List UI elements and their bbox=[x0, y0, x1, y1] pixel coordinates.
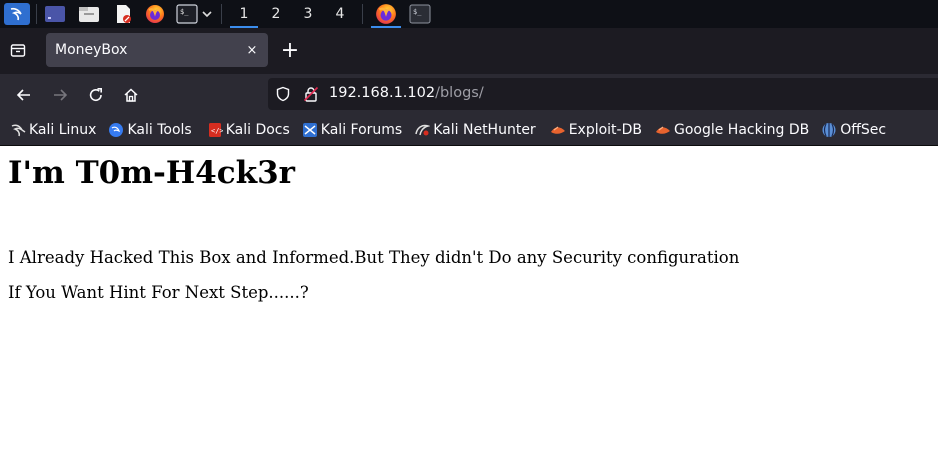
tab-strip: MoneyBox × + bbox=[0, 28, 938, 74]
bookmarks-toolbar: Kali Linux Kali Tools </> Kali Docs Kali… bbox=[0, 115, 938, 146]
workspace-3[interactable]: 3 bbox=[292, 0, 324, 28]
bookmark-google-hacking-db[interactable]: Google Hacking DB bbox=[655, 118, 809, 142]
insecure-lock-icon[interactable] bbox=[303, 86, 319, 106]
ghdb-icon bbox=[655, 122, 671, 138]
close-icon[interactable]: × bbox=[244, 42, 260, 58]
taskbar-terminal-window[interactable]: $_ bbox=[403, 0, 437, 28]
reload-icon[interactable] bbox=[85, 84, 107, 106]
bookmark-kali-linux[interactable]: Kali Linux bbox=[10, 118, 96, 142]
chevron-down-icon[interactable] bbox=[199, 3, 215, 25]
kali-dragon-icon bbox=[10, 122, 26, 138]
svg-text:$_: $_ bbox=[180, 8, 189, 16]
url-host: 192.168.1.102 bbox=[329, 85, 436, 101]
kali-menu-icon[interactable] bbox=[4, 3, 30, 25]
bookmark-label: Kali Tools bbox=[127, 122, 192, 138]
bookmark-kali-nethunter[interactable]: Kali NetHunter bbox=[414, 118, 536, 142]
bookmark-label: Kali Linux bbox=[29, 122, 97, 138]
kali-tools-icon bbox=[108, 122, 124, 138]
taskbar: $_ 1 2 3 4 $_ bbox=[0, 0, 938, 28]
workspace-1[interactable]: 1 bbox=[228, 0, 260, 28]
terminal-icon: $_ bbox=[409, 4, 431, 24]
back-arrow-icon[interactable] bbox=[13, 84, 35, 106]
paragraph-hint-question: If You Want Hint For Next Step......? bbox=[8, 283, 309, 302]
bookmark-label: Kali Docs bbox=[225, 122, 290, 138]
url-bar[interactable]: 192.168.1.102/blogs/ bbox=[268, 78, 938, 110]
taskbar-firefox-window[interactable] bbox=[369, 0, 403, 28]
file-manager-icon[interactable] bbox=[77, 3, 101, 25]
terminal-icon[interactable]: $_ bbox=[175, 3, 199, 25]
bookmark-label: Kali Forums bbox=[320, 122, 403, 138]
taskbar-separator bbox=[221, 4, 222, 24]
taskbar-separator bbox=[36, 4, 37, 24]
bookmark-label: OffSec bbox=[840, 122, 887, 138]
kali-forums-icon bbox=[302, 122, 318, 138]
paragraph-hacked-message: I Already Hacked This Box and Informed.B… bbox=[8, 248, 740, 267]
exploit-db-icon bbox=[550, 122, 566, 138]
bookmark-exploit-db[interactable]: Exploit-DB bbox=[550, 118, 642, 142]
bookmark-label: Exploit-DB bbox=[568, 122, 642, 138]
navigation-toolbar: 192.168.1.102/blogs/ bbox=[0, 74, 938, 115]
svg-text:</>: </> bbox=[211, 127, 223, 135]
firefox-icon bbox=[376, 4, 396, 24]
url-text: 192.168.1.102/blogs/ bbox=[329, 85, 484, 101]
desktop-icon[interactable] bbox=[43, 3, 67, 25]
page-heading: I'm T0m-H4ck3r bbox=[8, 155, 296, 191]
text-editor-icon[interactable] bbox=[111, 3, 135, 25]
tab-title: MoneyBox bbox=[55, 42, 128, 58]
kali-docs-icon: </> bbox=[207, 122, 223, 138]
bookmark-label: Kali NetHunter bbox=[433, 122, 536, 138]
bookmark-kali-docs[interactable]: </> Kali Docs bbox=[207, 118, 290, 142]
bookmark-kali-forums[interactable]: Kali Forums bbox=[302, 118, 402, 142]
page-content: I'm T0m-H4ck3r I Already Hacked This Box… bbox=[0, 146, 938, 451]
new-tab-button[interactable]: + bbox=[279, 40, 301, 62]
firefox-icon[interactable] bbox=[143, 3, 167, 25]
bookmark-kali-tools[interactable]: Kali Tools bbox=[108, 118, 192, 142]
forward-arrow-icon[interactable] bbox=[49, 84, 71, 106]
nethunter-icon bbox=[414, 122, 431, 138]
bookmark-offsec[interactable]: OffSec bbox=[821, 118, 886, 142]
workspace-2[interactable]: 2 bbox=[260, 0, 292, 28]
tab-list-icon[interactable] bbox=[8, 40, 28, 60]
bookmark-label: Google Hacking DB bbox=[673, 122, 810, 138]
url-path: /blogs/ bbox=[435, 85, 484, 101]
workspace-4[interactable]: 4 bbox=[324, 0, 356, 28]
tab-moneybox[interactable]: MoneyBox × bbox=[46, 33, 268, 67]
taskbar-separator bbox=[362, 4, 363, 24]
svg-text:$_: $_ bbox=[413, 8, 422, 16]
home-icon[interactable] bbox=[120, 84, 142, 106]
offsec-icon bbox=[821, 122, 837, 138]
shield-icon[interactable] bbox=[275, 86, 291, 106]
